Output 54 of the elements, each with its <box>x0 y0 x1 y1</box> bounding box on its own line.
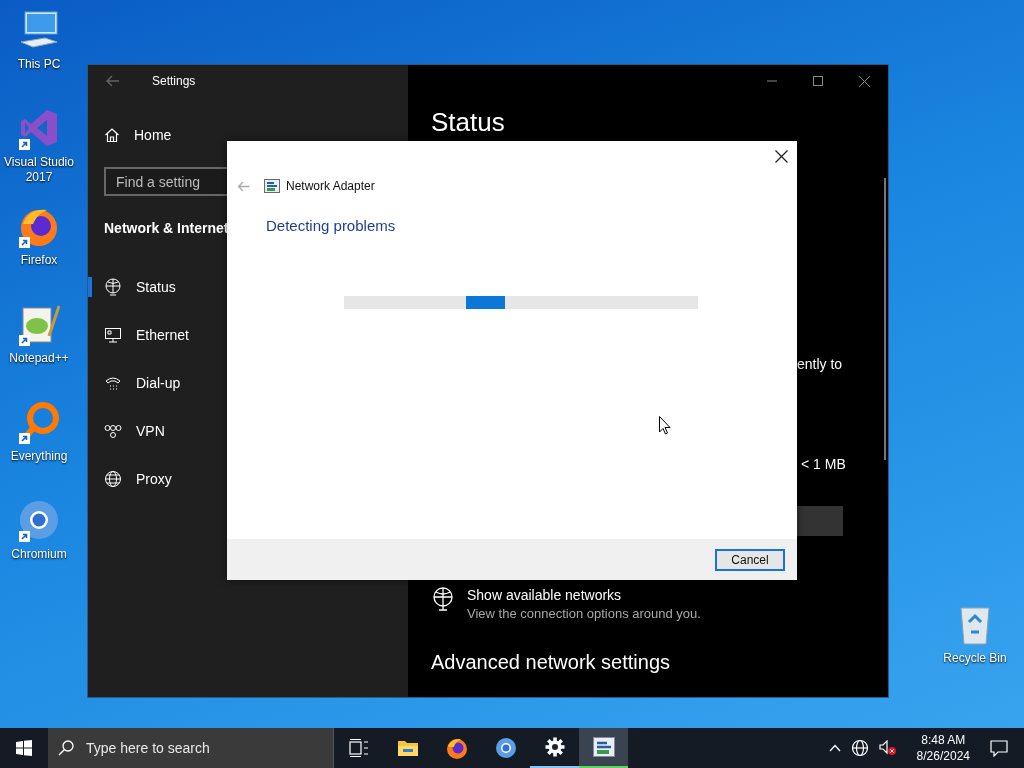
section-title: Network & Internet <box>104 219 229 238</box>
desktop-icon-label: Visual Studio 2017 <box>3 155 75 185</box>
body-text: < 1 MB <box>801 455 846 473</box>
nav-item[interactable]: Status <box>88 263 408 311</box>
desktop-icon-label: Recycle Bin <box>942 651 1008 666</box>
globe-monitor-icon <box>104 278 122 296</box>
nav-item[interactable]: VPN <box>88 407 408 455</box>
dialog-title: Network Adapter <box>286 179 375 193</box>
desktop-icon-label: This PC <box>16 57 62 72</box>
monitor-icon <box>104 326 122 344</box>
close-icon[interactable] <box>775 150 788 163</box>
settings-icon <box>544 737 565 757</box>
network-adapter-icon <box>264 179 280 193</box>
cancel-button[interactable]: Cancel <box>715 548 785 571</box>
link-description: View the connection options around you. <box>467 606 701 621</box>
task-view-icon <box>348 739 369 757</box>
window-title: Settings <box>152 74 196 88</box>
home-icon <box>104 127 120 143</box>
chromium-icon[interactable] <box>17 498 61 542</box>
globe-icon <box>104 470 122 488</box>
body-text: ently to <box>797 355 843 373</box>
page-heading: Status <box>431 106 505 139</box>
nav-item[interactable]: Dial-up <box>88 359 408 407</box>
notification-icon[interactable] <box>990 739 1008 757</box>
back-arrow-icon[interactable] <box>106 75 120 87</box>
chevron-up-icon[interactable] <box>828 744 841 752</box>
folder-icon <box>396 739 419 757</box>
link-title: Show available networks <box>467 587 623 603</box>
taskbar-app-button[interactable] <box>579 728 628 768</box>
nav-item[interactable]: Proxy <box>88 455 408 503</box>
network-adapter-icon <box>592 737 615 757</box>
phone-icon <box>104 374 122 392</box>
taskbar-search-field[interactable]: Type here to search <box>48 728 334 768</box>
scrollbar[interactable] <box>884 178 886 460</box>
chromium-icon <box>494 737 517 759</box>
vpn-icon <box>104 422 122 440</box>
nav-item[interactable]: Ethernet <box>88 311 408 359</box>
close-icon[interactable] <box>859 75 870 87</box>
desktop-icon-label: Notepad++ <box>8 351 70 366</box>
network-globe-icon[interactable] <box>850 739 869 757</box>
show-networks-link[interactable]: Show available networks View the connection options around you. <box>431 583 701 621</box>
desktop-icon-label: Everything <box>9 449 69 464</box>
windows-logo-icon <box>16 740 32 756</box>
desktop-icon-label: Firefox <box>19 253 59 268</box>
mouse-cursor-icon <box>659 416 671 435</box>
clock[interactable]: 8:48 AM 8/26/2024 <box>906 732 980 764</box>
firefox-icon <box>445 737 468 759</box>
globe-monitor-icon <box>431 587 455 611</box>
dialog-heading: Detecting problems <box>266 217 396 236</box>
home-link[interactable]: Home <box>104 123 172 147</box>
desktop-icon-label: Chromium <box>10 547 68 562</box>
maximize-icon[interactable] <box>813 76 823 86</box>
muted-speaker-icon[interactable] <box>878 740 897 756</box>
section-heading: Advanced network settings <box>431 651 671 675</box>
